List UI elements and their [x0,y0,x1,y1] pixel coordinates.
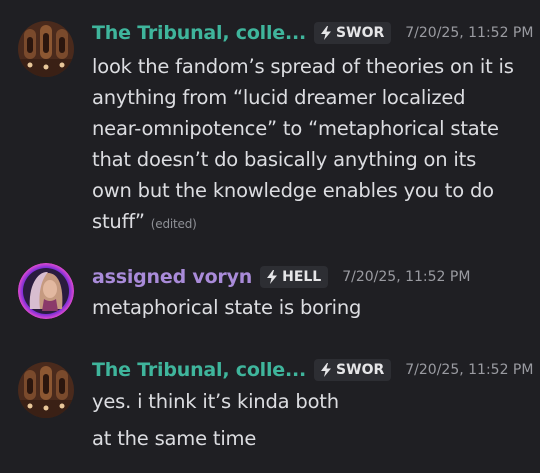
role-tag[interactable]: HELL [260,266,329,288]
edited-label: (edited) [150,217,197,231]
timestamp[interactable]: 7/20/25, 11:52 PM [405,25,533,41]
lightning-icon [267,270,278,284]
tribunal-avatar-icon [18,21,74,77]
message-line: yes. i think it’s kinda both [92,390,339,413]
timestamp[interactable]: 7/20/25, 11:52 PM [342,269,470,285]
lightning-icon [321,363,332,377]
role-tag[interactable]: SWOR [314,22,392,44]
username[interactable]: assigned voryn [92,266,252,288]
message-line: stuff” [92,210,145,233]
tribunal-avatar-icon [18,362,74,418]
tag-label: SWOR [336,362,385,378]
message-content: yes. i think it’s kinda both [92,386,522,417]
avatar[interactable] [18,21,74,77]
message-line: that doesn’t do basically anything on it… [92,148,477,171]
message-header: assigned voryn HELL 7/20/25, 11:52 PM [92,263,470,291]
avatar[interactable] [18,263,74,319]
tag-label: SWOR [336,25,385,41]
message-content: look the fandom’s spread of theories on … [92,51,522,240]
role-tag[interactable]: SWOR [314,359,392,381]
tag-label: HELL [282,269,322,285]
message-line: at the same time [92,427,257,450]
message-line: look the fandom’s spread of theories on … [92,55,514,78]
lightning-icon [321,26,332,40]
user-avatar-icon [18,263,74,319]
username[interactable]: The Tribunal, colle... [92,359,306,381]
message-header: The Tribunal, colle... SWOR 7/20/25, 11:… [92,19,533,47]
username[interactable]: The Tribunal, colle... [92,22,306,44]
message-line: anything from “lucid dreamer localized [92,86,466,109]
message-header: The Tribunal, colle... SWOR 7/20/25, 11:… [92,356,533,384]
message-line: metaphorical state is boring [92,296,362,319]
message-line: near-omnipotence” to “metaphorical state [92,117,499,140]
avatar[interactable] [18,362,74,418]
timestamp[interactable]: 7/20/25, 11:52 PM [405,362,533,378]
message-line: own but the knowledge enables you to do [92,179,494,202]
message-content: metaphorical state is boring [92,292,522,323]
followup-message: at the same time [92,423,522,454]
